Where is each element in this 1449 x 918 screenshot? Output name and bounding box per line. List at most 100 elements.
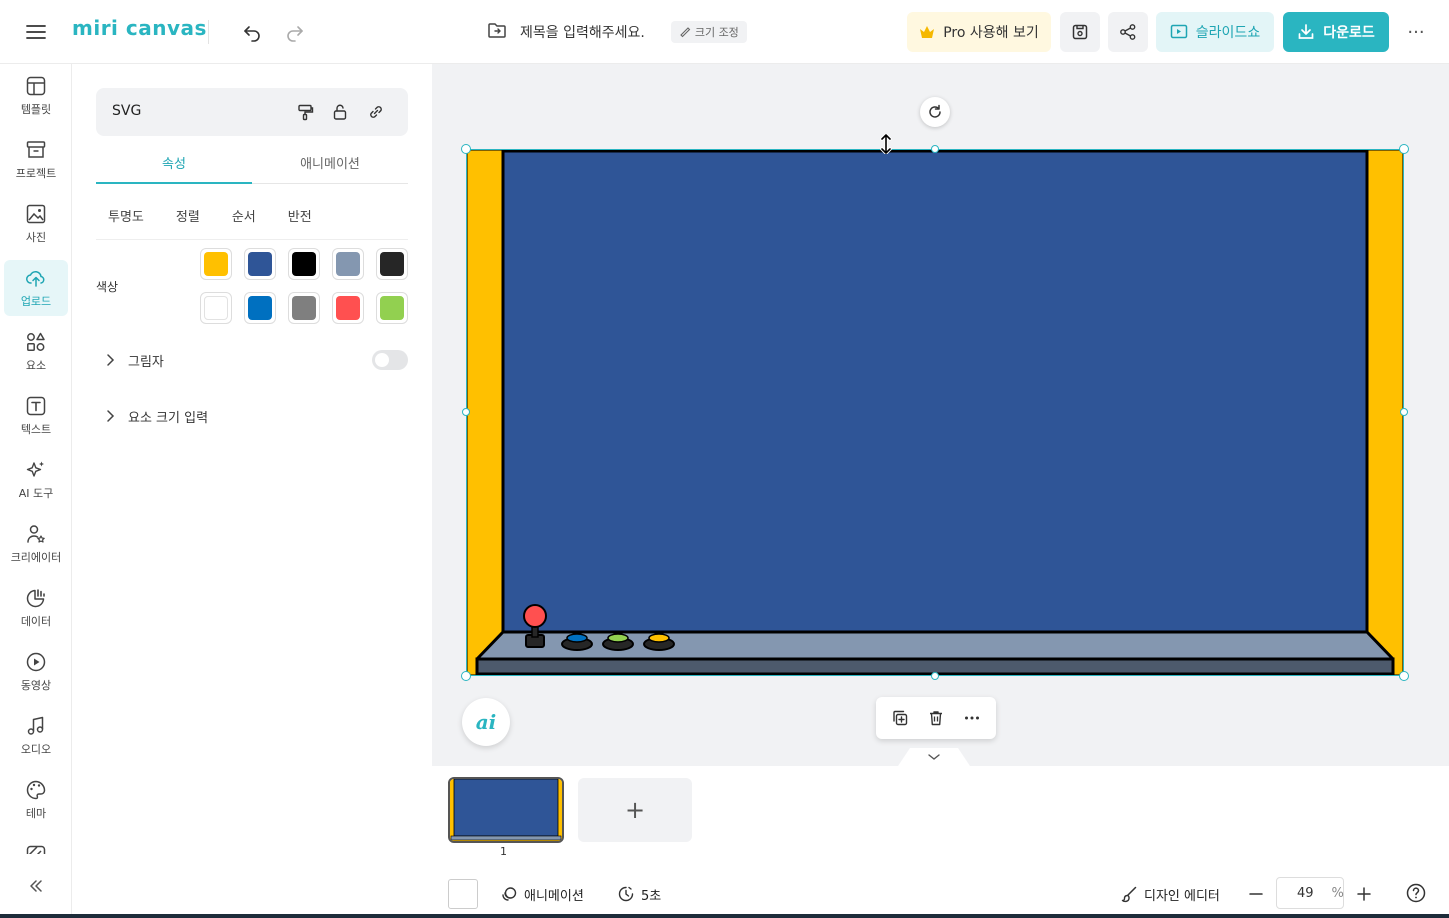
resize-handle-bottom-right[interactable] <box>1399 671 1409 681</box>
rail-item-creator[interactable]: 크리에이터 <box>4 516 68 572</box>
rail-item-ai-tools[interactable]: AI 도구 <box>4 452 68 508</box>
resize-handle-top-left[interactable] <box>461 144 471 154</box>
data-chart-icon <box>26 589 45 608</box>
resize-label: 크기 조정 <box>694 26 739 39</box>
pro-trial-button[interactable]: Pro 사용해 보기 <box>907 12 1051 52</box>
rail-label: 프로젝트 <box>15 167 57 180</box>
duration-button[interactable]: 5초 <box>617 882 661 906</box>
color-swatch[interactable] <box>200 292 232 324</box>
rail-more-hint-icon[interactable] <box>25 844 47 854</box>
color-swatch[interactable] <box>244 292 276 324</box>
color-swatch[interactable] <box>332 292 364 324</box>
size-input-label: 요소 크기 입력 <box>128 410 209 426</box>
document-title-area: 제목을 입력해주세요. 크기 조정 <box>486 18 747 46</box>
tab-animation[interactable]: 애니메이션 <box>252 142 408 183</box>
zoom-in-icon[interactable] <box>1350 880 1378 908</box>
resize-handle-left[interactable] <box>462 408 470 416</box>
trash-icon[interactable] <box>922 704 950 732</box>
rail-label: 텍스트 <box>20 423 52 436</box>
rail-label: 크리에이터 <box>10 551 62 564</box>
collapse-panel-icon[interactable] <box>24 874 48 898</box>
slideshow-button[interactable]: 슬라이드쇼 <box>1156 12 1274 52</box>
swatch-fill <box>204 296 228 320</box>
rail-item-text[interactable]: 텍스트 <box>4 388 68 444</box>
zoom-value: 49 <box>1297 885 1314 901</box>
more-options-icon[interactable]: ··· <box>1402 18 1430 46</box>
rail-item-data[interactable]: 데이터 <box>4 580 68 636</box>
subtab-opacity[interactable]: 투명도 <box>96 206 156 225</box>
vertical-resize-cursor-icon <box>878 133 894 155</box>
pro-trial-label: Pro 사용해 보기 <box>943 25 1039 41</box>
rail-item-theme[interactable]: 테마 <box>4 772 68 828</box>
document-title-input[interactable]: 제목을 입력해주세요. <box>520 22 645 42</box>
duplicate-icon[interactable] <box>886 704 914 732</box>
rail-label: 테마 <box>25 807 47 820</box>
animation-button[interactable]: 애니메이션 <box>500 882 584 906</box>
resize-handle-bottom[interactable] <box>931 672 939 680</box>
folder-icon[interactable] <box>486 19 508 45</box>
rail-label: 동영상 <box>20 679 52 692</box>
rail-item-template[interactable]: 템플릿 <box>4 68 68 124</box>
animation-label: 애니메이션 <box>524 888 584 904</box>
style-paint-icon[interactable] <box>293 100 317 124</box>
redo-icon[interactable] <box>281 18 309 46</box>
help-icon[interactable] <box>1405 882 1429 906</box>
color-swatch[interactable] <box>376 248 408 280</box>
rail-item-upload[interactable]: 업로드 <box>4 260 68 316</box>
save-button[interactable] <box>1060 12 1100 52</box>
resize-handle-top-right[interactable] <box>1399 144 1409 154</box>
swatch-fill <box>336 296 360 320</box>
download-button[interactable]: 다운로드 <box>1283 12 1389 52</box>
chevron-right-icon <box>100 353 120 367</box>
color-swatch[interactable] <box>244 248 276 280</box>
color-swatch[interactable] <box>288 248 320 280</box>
swatch-fill <box>248 252 272 276</box>
size-input-accordion[interactable]: 요소 크기 입력 <box>96 400 408 432</box>
resize-handle-bottom-left[interactable] <box>461 671 471 681</box>
page-thumbnail[interactable] <box>448 777 564 843</box>
tab-properties[interactable]: 속성 <box>96 142 252 184</box>
creator-icon <box>27 525 45 543</box>
subtab-order[interactable]: 순서 <box>220 206 268 225</box>
rail-item-project[interactable]: 프로젝트 <box>4 132 68 188</box>
canvas-workspace <box>432 64 1449 766</box>
resize-button[interactable]: 크기 조정 <box>670 21 747 43</box>
resize-handle-top[interactable] <box>931 145 939 153</box>
share-button[interactable] <box>1108 12 1148 52</box>
subtab-flip[interactable]: 반전 <box>276 206 324 225</box>
color-swatch[interactable] <box>332 248 364 280</box>
swatch-fill <box>204 252 228 276</box>
resize-handle-right[interactable] <box>1400 408 1408 416</box>
shadow-toggle[interactable] <box>372 350 408 370</box>
link-icon[interactable] <box>364 100 388 124</box>
color-swatch[interactable] <box>376 292 408 324</box>
arcade-svg-artwork[interactable] <box>466 149 1404 676</box>
zoom-out-icon[interactable] <box>1242 880 1270 908</box>
color-section-label: 색상 <box>96 280 119 294</box>
background-color-swatch[interactable] <box>448 879 478 909</box>
page-tray-toggle[interactable] <box>898 748 970 766</box>
color-swatch[interactable] <box>200 248 232 280</box>
selection-type-label: SVG <box>112 103 142 119</box>
video-play-icon <box>26 652 46 672</box>
subtab-align[interactable]: 정렬 <box>164 206 212 225</box>
elements-icon <box>27 332 45 351</box>
add-page-button[interactable]: + <box>578 778 692 842</box>
swatch-fill <box>248 296 272 320</box>
color-swatch[interactable] <box>288 292 320 324</box>
app-logo[interactable]: miri canvas <box>72 16 207 40</box>
rail-item-video[interactable]: 동영상 <box>4 644 68 700</box>
zoom-input[interactable]: 49 % <box>1276 877 1344 909</box>
hamburger-menu-icon[interactable] <box>24 20 48 44</box>
lock-open-icon[interactable] <box>328 100 352 124</box>
ai-assistant-button[interactable]: ai <box>462 698 510 746</box>
rail-item-audio[interactable]: 오디오 <box>4 708 68 764</box>
undo-icon[interactable] <box>238 18 266 46</box>
more-horizontal-icon[interactable] <box>958 704 986 732</box>
design-editor-button[interactable]: 디자인 에디터 <box>1120 882 1220 906</box>
shadow-accordion[interactable]: 그림자 <box>96 344 408 376</box>
rail-item-elements[interactable]: 요소 <box>4 324 68 380</box>
rail-item-photo[interactable]: 사진 <box>4 196 68 252</box>
photo-icon <box>26 204 46 224</box>
rotate-handle-icon[interactable] <box>920 97 950 127</box>
